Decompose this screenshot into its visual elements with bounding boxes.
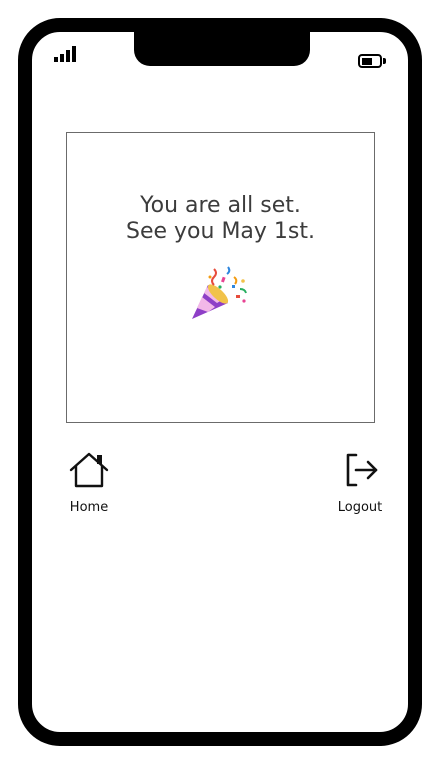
battery-cap xyxy=(383,58,386,64)
confirmation-message: You are all set. See you May 1st. xyxy=(67,193,374,245)
party-popper-icon xyxy=(192,266,247,319)
message-line-1: You are all set. xyxy=(140,193,301,218)
logout-button[interactable]: Logout xyxy=(330,450,390,515)
logout-label: Logout xyxy=(337,500,383,515)
signal-bars-icon xyxy=(54,46,76,62)
logout-icon xyxy=(346,453,378,487)
home-label: Home xyxy=(69,500,109,515)
notch xyxy=(134,30,310,66)
battery-icon xyxy=(358,54,382,68)
confirmation-card: You are all set. See you May 1st. xyxy=(66,132,375,423)
home-button[interactable]: Home xyxy=(64,450,114,515)
message-line-2: See you May 1st. xyxy=(126,219,315,244)
home-icon xyxy=(69,452,109,488)
phone-frame: You are all set. See you May 1st. Home L… xyxy=(18,18,422,746)
